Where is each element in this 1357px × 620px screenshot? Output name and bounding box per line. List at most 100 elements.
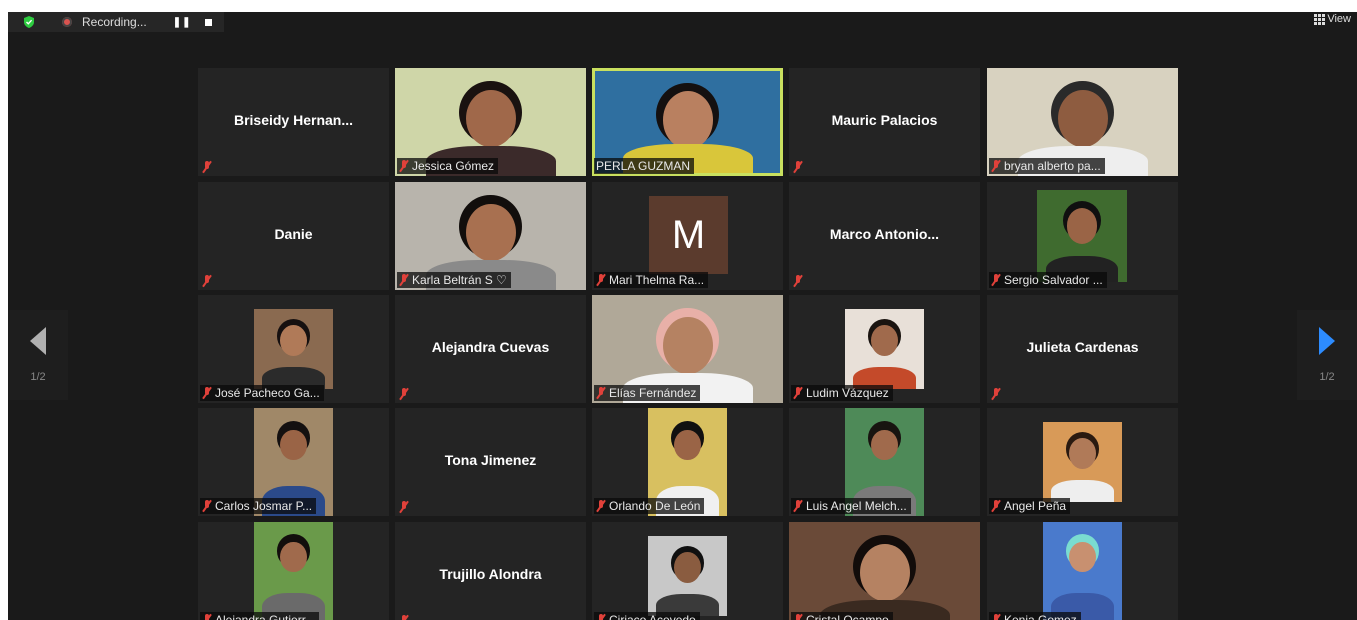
participant-label	[397, 387, 413, 401]
stop-recording-button[interactable]	[205, 18, 213, 26]
participant-label: Cristal Ocampo	[791, 612, 893, 620]
participant-name: Sergio Salvador ...	[1004, 273, 1103, 287]
participant-video	[1037, 190, 1127, 282]
participant-label: Elías Fernández	[594, 385, 701, 401]
mic-muted-icon	[793, 387, 803, 399]
participant-name: Jessica Gómez	[412, 159, 495, 173]
participant-video	[1043, 522, 1122, 620]
participant-video	[254, 522, 333, 620]
participant-tile[interactable]: Jessica Gómez	[395, 68, 586, 176]
participant-tile[interactable]: Karla Beltrán S ♡	[395, 182, 586, 290]
recording-label: Recording...	[82, 15, 147, 29]
participant-display-name: Tona Jimenez	[444, 452, 537, 468]
participant-tile[interactable]: Marco Antonio...	[789, 182, 980, 290]
participant-tile[interactable]: Alejandra Gutierr...	[198, 522, 389, 620]
previous-page-button[interactable]: 1/2	[8, 310, 68, 400]
participant-display-name: Mauric Palacios	[831, 112, 938, 128]
grid-view-icon	[1314, 14, 1326, 25]
participant-label: Karla Beltrán S ♡	[397, 272, 511, 288]
mic-muted-icon	[793, 500, 803, 512]
mic-muted-icon	[991, 500, 1001, 512]
participant-name: Kenia Gomez	[1004, 613, 1077, 620]
participant-tile[interactable]: bryan alberto pa...	[987, 68, 1178, 176]
participant-display-name: Briseidy Hernan...	[233, 112, 354, 128]
participant-face	[662, 316, 713, 375]
participant-tile[interactable]: Ludim Vázquez	[789, 295, 980, 403]
participant-display-name: Julieta Cardenas	[1026, 339, 1139, 355]
participant-tile[interactable]: Mauric Palacios	[789, 68, 980, 176]
participant-face	[465, 89, 516, 148]
participant-tile[interactable]: M Mari Thelma Ra...	[592, 182, 783, 290]
participant-label	[200, 274, 216, 288]
participant-video	[648, 536, 727, 616]
participant-label: Jessica Gómez	[397, 158, 499, 174]
mic-muted-icon	[202, 614, 212, 620]
participant-display-name: Alejandra Cuevas	[431, 339, 550, 355]
next-page-button[interactable]: 1/2	[1297, 310, 1357, 400]
participant-face	[859, 543, 910, 602]
participant-label	[200, 160, 216, 174]
view-button[interactable]: View	[1314, 12, 1351, 26]
participant-face	[674, 552, 701, 583]
mic-muted-icon	[793, 161, 803, 173]
recording-indicator: Recording... ❚❚	[8, 12, 224, 32]
participant-tile[interactable]: Danie	[198, 182, 389, 290]
participant-tile[interactable]: Trujillo Alondra	[395, 522, 586, 620]
participant-video	[1043, 422, 1122, 502]
participant-name: Angel Peña	[1004, 499, 1067, 513]
participant-face	[871, 325, 898, 356]
participant-name: Mari Thelma Ra...	[609, 273, 705, 287]
participant-face	[1066, 208, 1098, 244]
participant-label: José Pacheco Ga...	[200, 385, 324, 401]
participant-label: Sergio Salvador ...	[989, 272, 1107, 288]
participant-label: Mari Thelma Ra...	[594, 272, 709, 288]
participant-tile[interactable]: Sergio Salvador ...	[987, 182, 1178, 290]
participant-name: Karla Beltrán S ♡	[412, 273, 507, 287]
participant-tile[interactable]: Julieta Cardenas	[987, 295, 1178, 403]
participant-face	[465, 203, 516, 262]
participant-label: Alejandra Gutierr...	[200, 612, 320, 620]
participant-name: Ludim Vázquez	[806, 386, 889, 400]
participant-video	[845, 309, 924, 389]
participant-label	[791, 274, 807, 288]
participant-tile[interactable]: Orlando De León	[592, 408, 783, 516]
participant-label	[989, 387, 1005, 401]
arrow-left-icon	[30, 327, 46, 355]
participant-tile[interactable]: Briseidy Hernan...	[198, 68, 389, 176]
participant-label: Orlando De León	[594, 498, 705, 514]
mic-muted-icon	[793, 275, 803, 287]
participant-name: Carlos Josmar P...	[215, 499, 313, 513]
participant-label: Ludim Vázquez	[791, 385, 893, 401]
mic-muted-icon	[596, 387, 606, 399]
participant-tile[interactable]: Cristal Ocampo	[789, 522, 980, 620]
participant-tile[interactable]: PERLA GUZMAN	[592, 68, 783, 176]
pause-recording-button[interactable]: ❚❚	[173, 17, 192, 28]
shield-check-icon[interactable]	[23, 16, 35, 28]
view-label: View	[1327, 13, 1351, 25]
participant-name: Ciriaco Acevedo	[609, 613, 696, 620]
mic-muted-icon	[991, 160, 1001, 172]
top-toolbar: Recording... ❚❚ View	[8, 12, 1357, 32]
participant-name: José Pacheco Ga...	[215, 386, 320, 400]
participant-face	[871, 429, 898, 461]
page-indicator-left: 1/2	[30, 371, 46, 383]
participant-tile[interactable]: Tona Jimenez	[395, 408, 586, 516]
participant-video	[254, 309, 333, 389]
participant-tile[interactable]: Kenia Gomez	[987, 522, 1178, 620]
mic-muted-icon	[991, 388, 1001, 400]
participant-tile[interactable]: Elías Fernández	[592, 295, 783, 403]
participant-name: Cristal Ocampo	[806, 613, 889, 620]
participant-name: Orlando De León	[609, 499, 701, 513]
participant-tile[interactable]: Alejandra Cuevas	[395, 295, 586, 403]
participant-tile[interactable]: Carlos Josmar P...	[198, 408, 389, 516]
mic-muted-icon	[202, 161, 212, 173]
participant-face	[662, 91, 713, 149]
participant-tile[interactable]: Luis Angel Melch...	[789, 408, 980, 516]
participant-tile[interactable]: Angel Peña	[987, 408, 1178, 516]
participant-tile[interactable]: Ciriaco Acevedo	[592, 522, 783, 620]
participant-face	[674, 429, 701, 461]
participant-tile[interactable]: José Pacheco Ga...	[198, 295, 389, 403]
mic-muted-icon	[793, 614, 803, 620]
mic-muted-icon	[596, 500, 606, 512]
participant-display-name: Danie	[274, 226, 313, 242]
